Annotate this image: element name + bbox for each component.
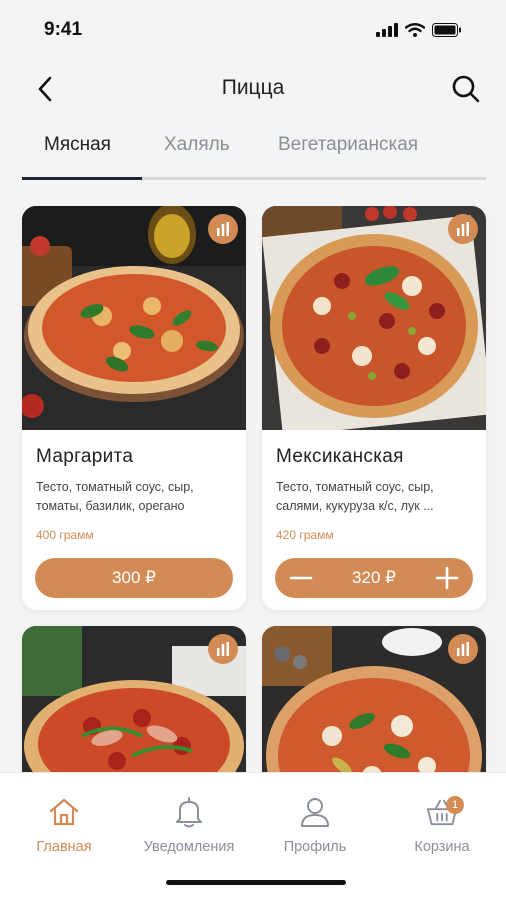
nav-home[interactable]: Главная [4, 795, 124, 861]
back-button[interactable] [30, 74, 60, 104]
product-image [262, 206, 486, 430]
category-tabs: Мясная Халяль Вегетарианская О [22, 126, 486, 180]
tab-meat[interactable]: Мясная [44, 134, 111, 156]
nav-cart[interactable]: Корзина [382, 795, 502, 861]
status-icons [376, 23, 462, 37]
product-description: Тесто, томатный соус, сыр, томаты, базил… [36, 480, 194, 513]
product-name: Маргарита [36, 446, 134, 467]
tab-vegetarian[interactable]: Вегетарианская [278, 134, 418, 156]
nav-label: Корзина [414, 839, 470, 855]
nav-label: Главная [36, 839, 92, 855]
home-indicator [166, 880, 346, 885]
product-card-mexican[interactable]: Мексиканская Тесто, томатный соус, сыр, … [262, 206, 486, 610]
nav-notifications[interactable]: Уведомления [129, 795, 249, 861]
product-card[interactable] [262, 626, 486, 772]
user-icon [299, 795, 331, 829]
product-image [262, 626, 486, 772]
signal-icon [376, 23, 398, 37]
quantity-stepper: 320 ₽ [275, 558, 473, 598]
bar-chart-icon [217, 222, 229, 236]
nav-label: Уведомления [143, 839, 235, 855]
stats-badge[interactable] [448, 214, 478, 244]
bar-chart-icon [457, 222, 469, 236]
stats-badge[interactable] [208, 634, 238, 664]
tab-active-indicator [22, 177, 142, 180]
plus-icon[interactable] [435, 566, 459, 590]
stats-badge[interactable] [208, 214, 238, 244]
add-to-cart-button[interactable]: 300 ₽ [35, 558, 233, 598]
tab-halal[interactable]: Халяль [164, 134, 230, 156]
bell-icon [173, 795, 205, 829]
cart-count-badge: 1 [446, 796, 464, 814]
header: Пицца [0, 62, 506, 114]
wifi-icon [405, 23, 425, 37]
product-card-margarita[interactable]: Маргарита Тесто, томатный соус, сыр, том… [22, 206, 246, 610]
status-bar: 9:41 [0, 0, 506, 60]
search-icon [452, 75, 480, 103]
bar-chart-icon [217, 642, 229, 656]
product-grid: Маргарита Тесто, томатный соус, сыр, том… [0, 206, 506, 772]
status-time: 9:41 [44, 19, 83, 40]
minus-icon[interactable] [289, 567, 313, 589]
page-title: Пицца [221, 76, 285, 99]
nav-label: Профиль [283, 839, 347, 855]
product-description: Тесто, томатный соус, сыр, салями, кукур… [276, 480, 434, 513]
home-icon [48, 795, 80, 829]
product-weight: 420 грамм [276, 528, 334, 542]
chevron-left-icon [38, 76, 52, 102]
product-image [22, 206, 246, 430]
product-weight: 400 грамм [36, 528, 94, 542]
product-card[interactable] [22, 626, 246, 772]
product-name: Мексиканская [276, 446, 404, 467]
product-image [22, 626, 246, 772]
nav-profile[interactable]: Профиль [255, 795, 375, 861]
bar-chart-icon [457, 642, 469, 656]
battery-icon [432, 23, 461, 37]
search-button[interactable] [450, 73, 482, 105]
stats-badge[interactable] [448, 634, 478, 664]
